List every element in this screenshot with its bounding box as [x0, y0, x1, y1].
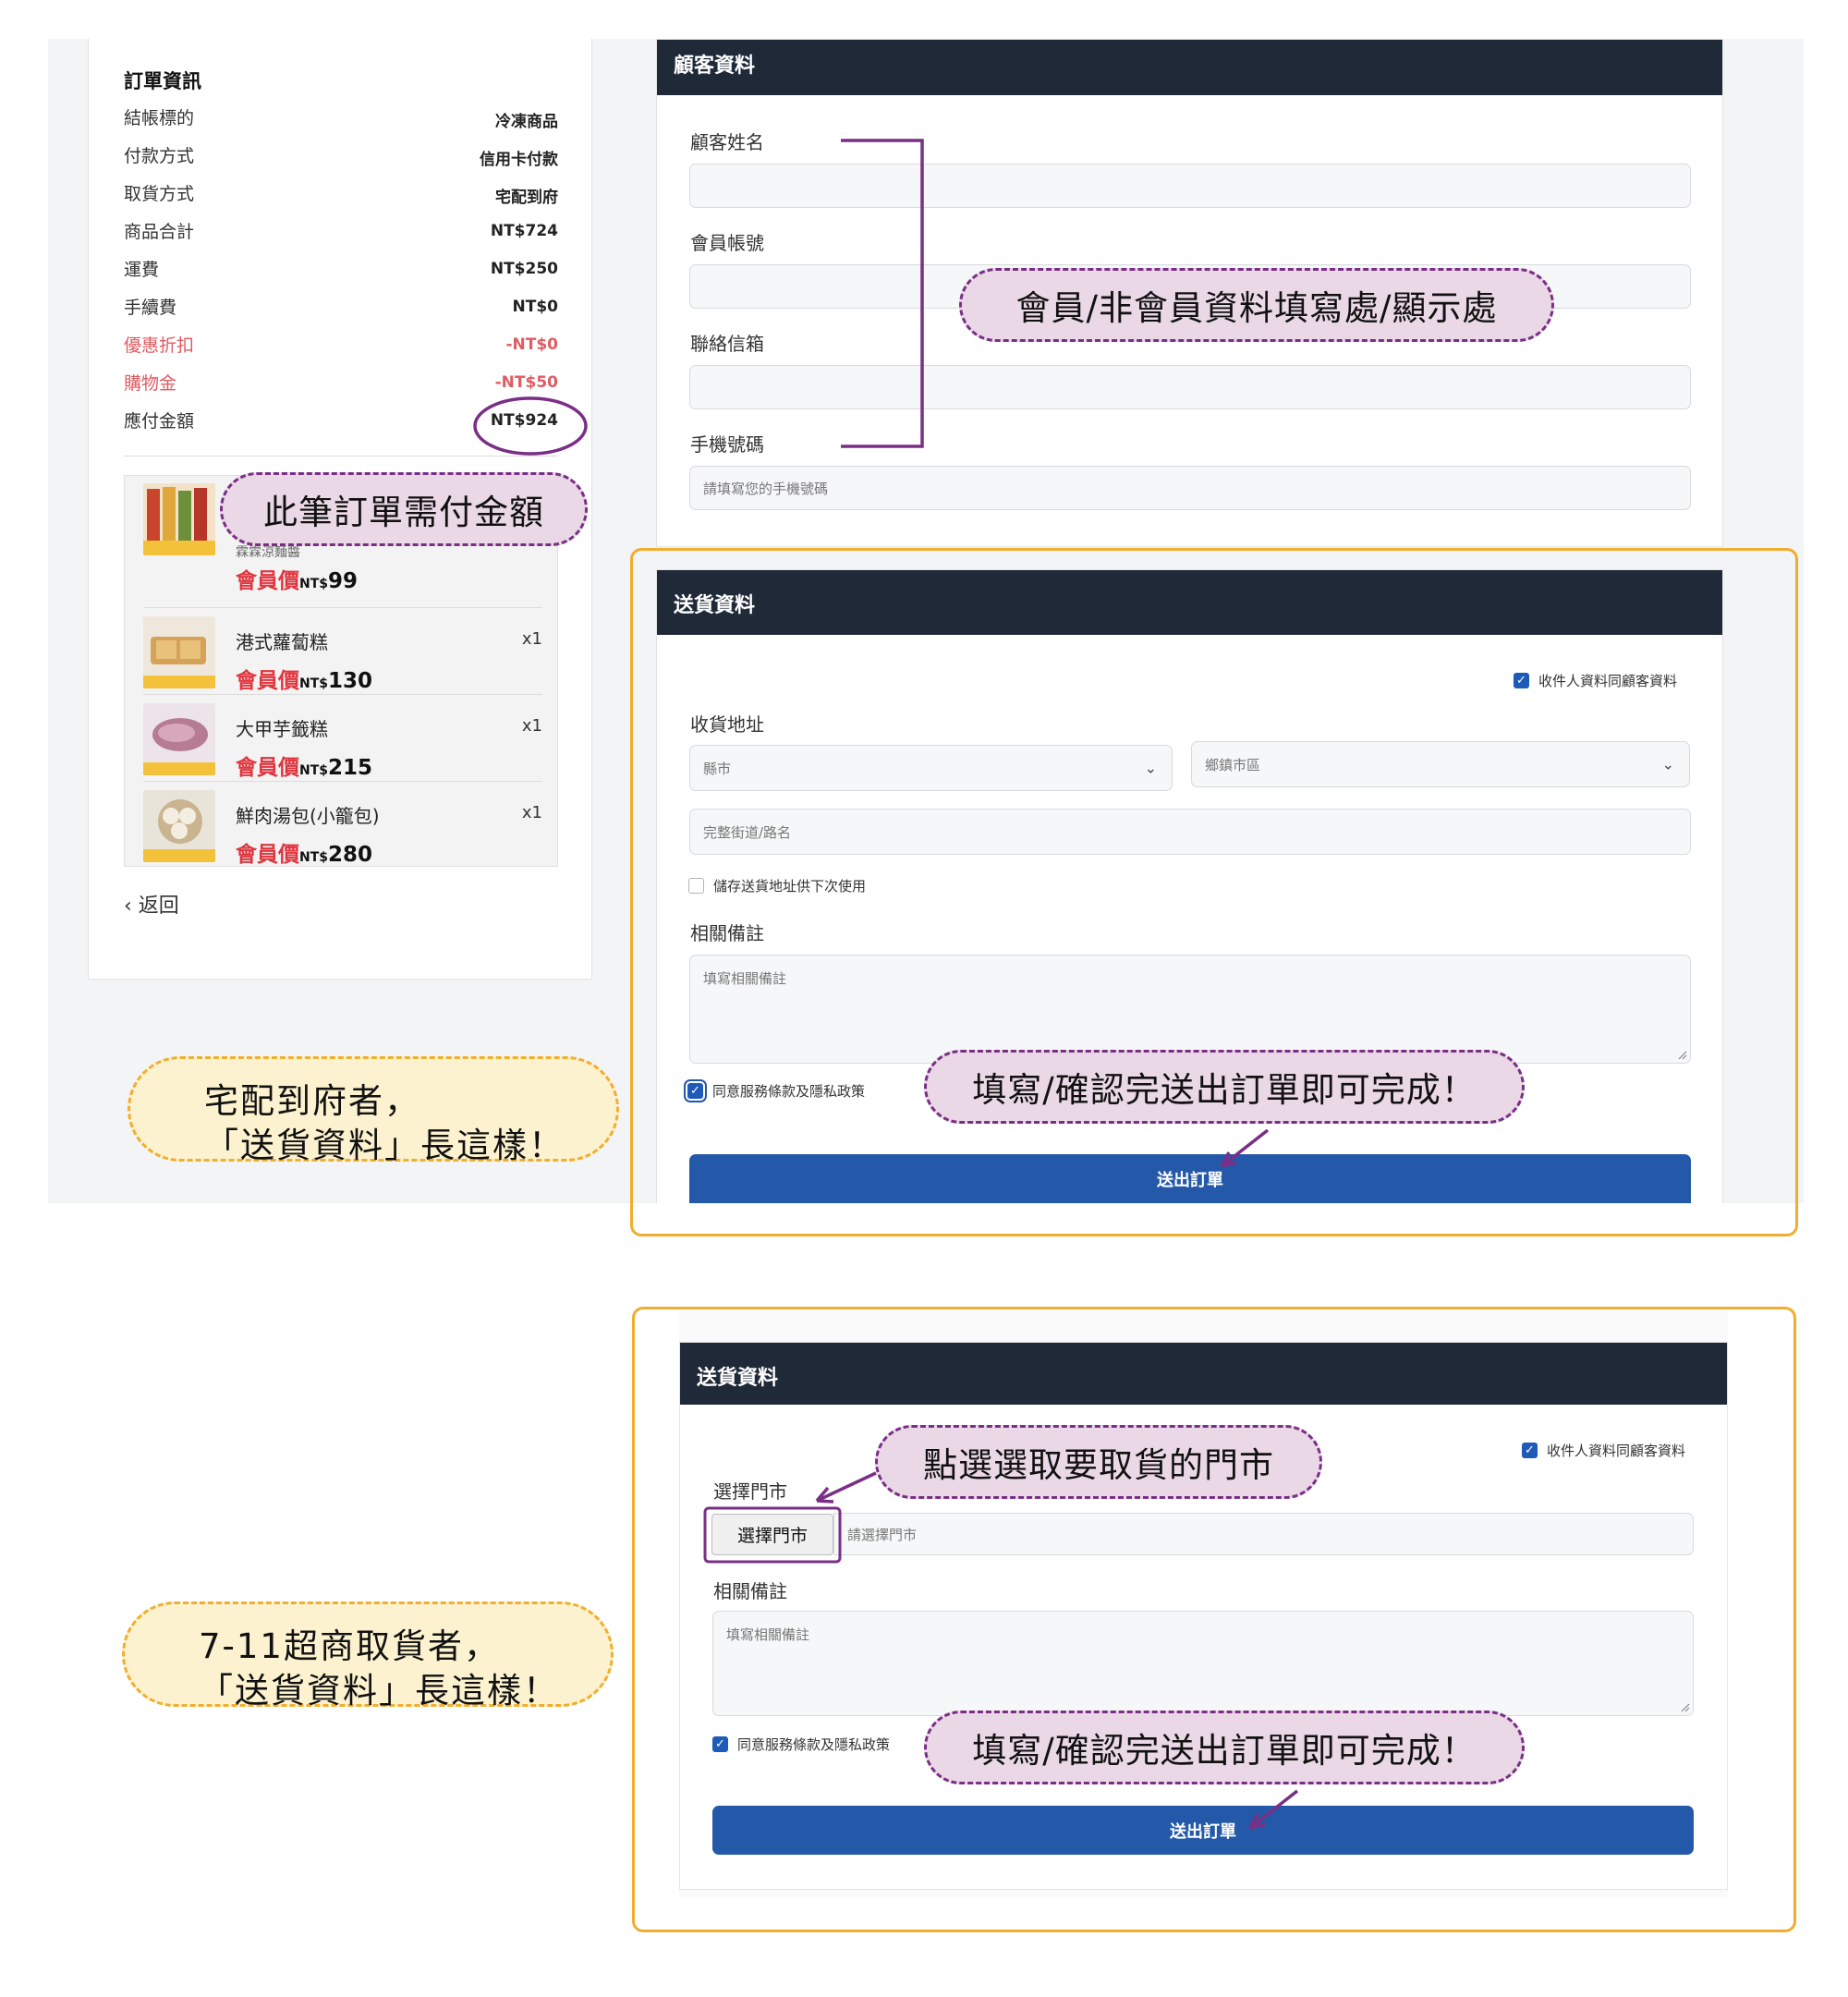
summary-row-fee: 手續費 NT$0 — [124, 294, 558, 322]
summary-row-credit: 購物金 -NT$50 — [124, 370, 558, 397]
summary-label: 結帳標的 — [124, 108, 195, 128]
summary-value: -NT$50 — [494, 373, 558, 392]
annotation-amount-due: 此筆訂單需付金額 — [220, 472, 588, 546]
phone-label: 手機號碼 — [690, 433, 764, 456]
summary-label: 優惠折扣 — [124, 335, 195, 356]
summary-value: 宅配到府 — [495, 189, 558, 207]
annotation-finish-home: 填寫/確認完送出訂單即可完成！ — [924, 1050, 1525, 1124]
product-thumbnail — [143, 703, 215, 775]
product-qty: x1 — [521, 629, 542, 649]
list-item: 鮮肉湯包(小籠包) x1 會員價NT$280 — [143, 790, 542, 873]
summary-row-shipping: 運費 NT$250 — [124, 256, 558, 284]
summary-label: 應付金額 — [124, 411, 195, 432]
home-delivery-highlight-frame — [630, 548, 1798, 1236]
summary-row-pickup: 取貨方式 宅配到府 — [124, 180, 558, 208]
customer-name-input[interactable] — [689, 164, 1691, 208]
product-name: 港式蘿蔔糕 — [236, 631, 328, 653]
product-qty: x1 — [521, 716, 542, 736]
item-divider — [143, 607, 542, 608]
summary-row-target: 結帳標的 冷凍商品 — [124, 104, 558, 132]
product-name: 鮮肉湯包(小籠包) — [236, 805, 380, 827]
summary-value: -NT$0 — [505, 335, 558, 354]
summary-label: 購物金 — [124, 373, 177, 394]
summary-label: 商品合計 — [124, 222, 195, 242]
product-thumbnail — [143, 790, 215, 862]
summary-label: 取貨方式 — [124, 184, 195, 204]
annotation-member-info: 會員/非會員資料填寫處/顯示處 — [959, 268, 1554, 342]
order-summary-title: 訂單資訊 — [124, 70, 201, 92]
email-label: 聯絡信箱 — [690, 333, 764, 355]
summary-value: NT$250 — [490, 260, 558, 278]
summary-divider — [124, 456, 558, 457]
summary-value: NT$0 — [512, 298, 558, 316]
summary-value: NT$724 — [490, 222, 558, 240]
summary-label: 付款方式 — [124, 146, 195, 166]
list-item: 港式蘿蔔糕 x1 會員價NT$130 — [143, 616, 542, 700]
summary-label: 運費 — [124, 260, 160, 280]
summary-row-total: 應付金額 NT$924 — [124, 408, 558, 435]
item-divider — [143, 781, 542, 782]
summary-value: 冷凍商品 — [495, 113, 558, 131]
annotation-pick-store: 點選選取要取貨的門市 — [875, 1425, 1322, 1499]
store-pickup-highlight-frame — [632, 1307, 1796, 1932]
email-input[interactable] — [689, 365, 1691, 409]
summary-value: 信用卡付款 — [480, 151, 558, 169]
product-thumbnail — [143, 616, 215, 688]
phone-input[interactable]: 請填寫您的手機號碼 — [689, 466, 1691, 510]
customer-panel-title: 顧客資料 — [674, 55, 756, 78]
product-thumbnail — [143, 483, 215, 555]
product-price: 會員價NT$280 — [236, 843, 373, 867]
back-link[interactable]: ‹ 返回 — [124, 889, 179, 919]
chevron-left-icon: ‹ — [124, 895, 139, 918]
annotation-store-pickup: 7-11超商取貨者， 「送貨資料」長這樣！ — [122, 1601, 614, 1711]
item-divider — [143, 694, 542, 695]
product-qty: x1 — [521, 803, 542, 822]
product-name: 大甲芋籤糕 — [236, 718, 328, 740]
product-price: 會員價NT$99 — [236, 569, 359, 593]
summary-row-subtotal: 商品合計 NT$724 — [124, 218, 558, 246]
summary-row-discount: 優惠折扣 -NT$0 — [124, 332, 558, 359]
summary-label: 手續費 — [124, 298, 177, 318]
customer-name-label: 顧客姓名 — [690, 131, 764, 153]
list-item: 大甲芋籤糕 x1 會員價NT$215 — [143, 703, 542, 786]
product-price: 會員價NT$130 — [236, 669, 373, 693]
product-price: 會員價NT$215 — [236, 756, 373, 780]
member-account-label: 會員帳號 — [690, 232, 764, 254]
customer-panel-header: 顧客資料 — [657, 40, 1722, 95]
annotation-finish-store: 填寫/確認完送出訂單即可完成！ — [924, 1711, 1525, 1784]
summary-total-value: NT$924 — [490, 411, 558, 430]
summary-row-payment: 付款方式 信用卡付款 — [124, 142, 558, 170]
annotation-home-delivery: 宅配到府者， 「送貨資料」長這樣！ — [128, 1056, 619, 1165]
